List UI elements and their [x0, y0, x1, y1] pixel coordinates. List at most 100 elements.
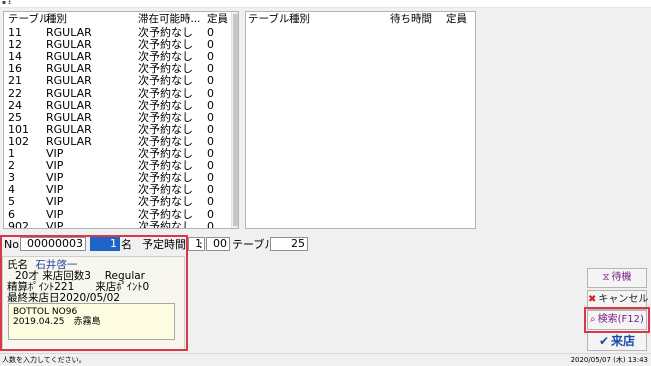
table-row[interactable]: 2 VIP 次予約なし 0 [4, 159, 232, 172]
arrive-label: 来店 [611, 334, 636, 348]
table-number-input[interactable]: 25 [270, 237, 308, 251]
cell-table: 5 [8, 195, 15, 209]
hourglass-icon: ⧖ [602, 272, 610, 283]
vertical-scrollbar[interactable] [231, 12, 238, 228]
cell-capacity: 0 [207, 207, 214, 221]
cell-type: RGULAR [46, 134, 92, 148]
cell-capacity: 0 [207, 86, 214, 100]
cell-capacity: 0 [207, 134, 214, 148]
status-message: 人数を入力してください。 [2, 356, 86, 364]
table-row[interactable]: 16 RGULAR 次予約なし 0 [4, 62, 232, 75]
header-type[interactable]: 種別 [289, 12, 310, 26]
table-row[interactable]: 101 RGULAR 次予約なし 0 [4, 123, 232, 136]
reception-number-field[interactable]: 00000003 [20, 237, 86, 251]
cell-table: 2 [8, 159, 15, 173]
cell-stay-time: 次予約なし [138, 134, 193, 148]
wait-button[interactable]: ⧖ 待機 [587, 268, 647, 288]
cell-capacity: 0 [207, 38, 214, 52]
time-colon: : [199, 238, 203, 251]
table-row[interactable]: 1 VIP 次予約なし 0 [4, 147, 232, 160]
table-row[interactable]: 902 VIP 次予約なし 0 [4, 219, 232, 229]
minute-input[interactable]: 00 [206, 237, 230, 251]
header-type[interactable]: 種別 [46, 12, 67, 26]
cell-table: 14 [8, 50, 22, 64]
cell-type: VIP [46, 219, 64, 229]
header-wait-time[interactable]: 待ち時間 [390, 12, 432, 26]
cell-stay-time: 次予約なし [138, 207, 193, 221]
table-row[interactable]: 12 RGULAR 次予約なし 0 [4, 38, 232, 51]
table-row[interactable]: 21 RGULAR 次予約なし 0 [4, 74, 232, 87]
guest-count-input[interactable]: 1 [90, 237, 120, 251]
cell-table: 12 [8, 38, 22, 52]
cell-stay-time: 次予約なし [138, 122, 193, 136]
cell-stay-time: 次予約なし [138, 219, 193, 229]
cell-capacity: 0 [207, 98, 214, 112]
available-tables-grid[interactable]: テーブル 種別 滞在可能時... 定員 11 RGULAR 次予約なし 0 12 RGUL… [3, 11, 239, 229]
cell-type: RGULAR [46, 38, 92, 52]
close-icon: ✖ [588, 294, 597, 305]
cell-table: 902 [8, 219, 29, 229]
cell-table: 3 [8, 171, 15, 185]
cell-type: VIP [46, 207, 64, 221]
cell-capacity: 0 [207, 171, 214, 185]
cell-capacity: 0 [207, 62, 214, 76]
cell-capacity: 0 [207, 159, 214, 173]
table-row[interactable]: 5 VIP 次予約なし 0 [4, 195, 232, 208]
cell-capacity: 0 [207, 195, 214, 209]
scrollbar-thumb[interactable] [233, 14, 238, 226]
count-unit-label: 名 [121, 238, 132, 251]
cell-capacity: 0 [207, 26, 214, 39]
header-capacity[interactable]: 定員 [446, 12, 467, 26]
table-row[interactable]: 22 RGULAR 次予約なし 0 [4, 87, 232, 100]
table-row[interactable]: 3 VIP 次予約なし 0 [4, 171, 232, 184]
header-table[interactable]: テーブル [8, 12, 49, 26]
guest-memo[interactable]: BOTTOL NO96 2019.04.25 赤霧島 [8, 303, 175, 340]
cell-type: VIP [46, 171, 64, 185]
table-row[interactable]: 102 RGULAR 次予約なし 0 [4, 135, 232, 148]
table-row[interactable]: 14 RGULAR 次予約なし 0 [4, 50, 232, 63]
cell-type: VIP [46, 183, 64, 197]
waiting-list-grid[interactable]: テーブル 種別 待ち時間 定員 [245, 11, 476, 229]
memo-line: 2019.04.25 赤霧島 [13, 317, 101, 327]
cell-table: 102 [8, 134, 29, 148]
arrive-button[interactable]: ✔ 来店 [587, 331, 647, 351]
cell-table: 1 [8, 147, 15, 160]
cell-table: 25 [8, 110, 22, 124]
grid-header: テーブル 種別 滞在可能時... 定員 [4, 12, 238, 26]
cell-capacity: 0 [207, 50, 214, 64]
table-row[interactable]: 4 VIP 次予約なし 0 [4, 183, 232, 196]
table-row[interactable]: 25 RGULAR 次予約なし 0 [4, 111, 232, 124]
cell-table: 11 [8, 26, 22, 39]
cell-type: RGULAR [46, 26, 92, 39]
table-row[interactable]: 6 VIP 次予約なし 0 [4, 208, 232, 221]
search-button[interactable]: ⌕ 検索(F12) [587, 310, 647, 330]
cell-type: RGULAR [46, 74, 92, 88]
cell-type: RGULAR [46, 50, 92, 64]
cell-table: 21 [8, 74, 22, 88]
cancel-label: キャンセル [598, 294, 649, 305]
cell-table: 6 [8, 207, 15, 221]
cell-table: 16 [8, 62, 22, 76]
cell-table: 22 [8, 86, 22, 100]
cancel-button[interactable]: ✖ キャンセル [587, 290, 649, 310]
table-row[interactable]: 11 RGULAR 次予約なし 0 [4, 26, 232, 39]
cell-capacity: 0 [207, 122, 214, 136]
cell-type: RGULAR [46, 122, 92, 136]
wait-label: 待機 [611, 272, 632, 283]
table-row[interactable]: 24 RGULAR 次予約なし 0 [4, 99, 232, 112]
cell-type: RGULAR [46, 86, 92, 100]
search-icon: ⌕ [590, 314, 596, 325]
cell-table: 4 [8, 183, 15, 197]
cell-type: VIP [46, 147, 64, 160]
cell-type: VIP [46, 159, 64, 173]
header-table[interactable]: テーブル [248, 12, 289, 26]
guest-info-panel: 氏名 石井啓一 20才 来店回数3 Regular 精算ﾎﾟｲﾝﾄ221 来店ﾎ… [2, 256, 185, 350]
grid-header: テーブル 種別 待ち時間 定員 [246, 12, 475, 26]
header-stay-time[interactable]: 滞在可能時... [138, 12, 201, 26]
header-capacity[interactable]: 定員 [207, 12, 228, 26]
cell-capacity: 0 [207, 219, 214, 229]
status-datetime: 2020/05/07 (木) 13:43 [570, 356, 648, 364]
table-label: テーブル [232, 238, 276, 251]
title-bar: ▪ £ [0, 0, 651, 8]
cell-stay-time: 次予約なし [138, 110, 193, 124]
